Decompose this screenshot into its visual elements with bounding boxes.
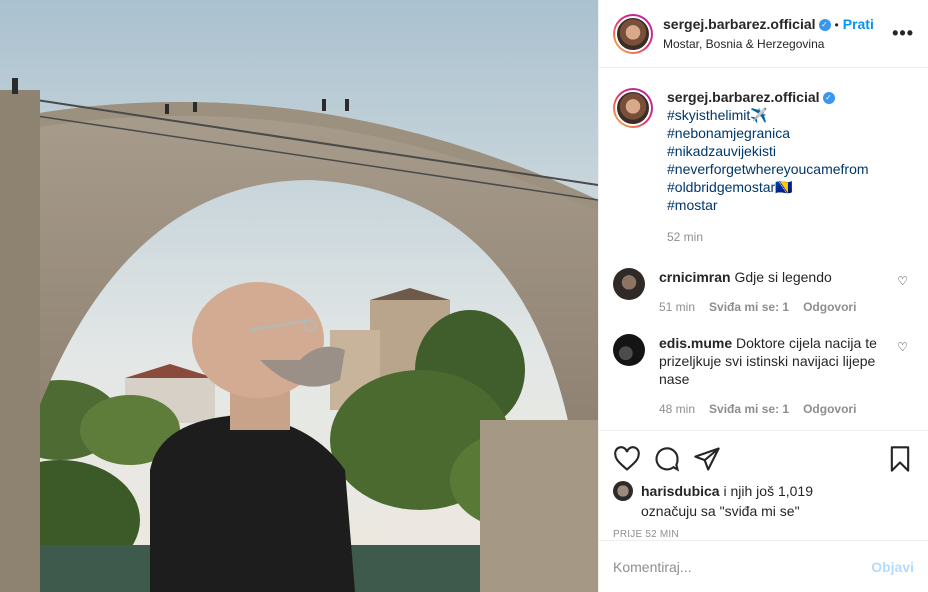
comment-meta: 48 min Sviđa mi se: 1 Odgovori xyxy=(659,400,879,418)
post-photo[interactable] xyxy=(0,0,598,592)
post-time-ago: PRIJE 52 MIN xyxy=(613,529,679,540)
caption-time: 52 min xyxy=(667,230,704,244)
more-options-icon[interactable]: ••• xyxy=(892,23,914,44)
comment-icon[interactable] xyxy=(653,445,681,473)
reply-button[interactable]: Odgovori xyxy=(803,298,856,316)
comment-username[interactable]: edis.mume xyxy=(659,335,732,351)
caption-avatar-image xyxy=(615,90,651,126)
caption-username[interactable]: sergej.barbarez.official xyxy=(667,89,820,105)
caption: sergej.barbarez.official ✓ #skyisthelimit… xyxy=(613,88,914,246)
post-comment-button[interactable]: Objavi xyxy=(871,559,914,575)
author-avatar-image xyxy=(615,15,651,52)
verified-badge-icon: ✓ xyxy=(818,18,831,31)
paper-plane-icon[interactable] xyxy=(693,445,721,473)
hashtag-link[interactable]: #mostar xyxy=(667,196,869,214)
add-comment-bar: Objavi xyxy=(599,540,928,592)
comment-time[interactable]: 51 min xyxy=(659,298,695,316)
commenter-avatar-image xyxy=(613,334,645,366)
follow-button[interactable]: Prati xyxy=(843,16,874,32)
hashtag-link[interactable]: #nebonamjegranica xyxy=(667,124,869,142)
comment-meta: 51 min Sviđa mi se: 1 Odgovori xyxy=(659,298,879,316)
comment-body: crnicimran Gdje si legendo 51 min Sviđa … xyxy=(659,268,879,316)
comment-heart-icon[interactable]: ♡ xyxy=(897,340,908,354)
action-icons xyxy=(613,439,914,479)
liker-username[interactable]: harisdubica xyxy=(641,483,720,499)
caption-text: sergej.barbarez.official ✓ #skyisthelimit… xyxy=(667,88,869,246)
bookmark-icon[interactable] xyxy=(886,445,914,473)
comment-item: crnicimran Gdje si legendo 51 min Sviđa … xyxy=(613,268,914,316)
comment-heart-icon[interactable]: ♡ xyxy=(897,274,908,288)
heart-icon[interactable] xyxy=(613,445,641,473)
author-avatar[interactable] xyxy=(613,13,653,54)
hashtag-link[interactable]: #skyisthelimit✈️ xyxy=(667,106,869,124)
comment-text: Gdje si legendo xyxy=(734,269,832,285)
comments-area: sergej.barbarez.official ✓ #skyisthelimit… xyxy=(599,68,928,430)
likes-rest[interactable]: i njih još 1,019 xyxy=(720,483,813,499)
reply-button[interactable]: Odgovori xyxy=(803,400,856,418)
old-bridge-mostar-photo xyxy=(0,0,598,592)
comment-like-count[interactable]: Sviđa mi se: 1 xyxy=(709,298,789,316)
hashtag-link[interactable]: #neverforgetwhereyoucamefrom xyxy=(667,160,869,178)
comment-item: edis.mume Doktore cijela nacija te prize… xyxy=(613,334,914,418)
verified-badge-icon: ✓ xyxy=(822,92,835,105)
likes-summary: harisdubica i njih još 1,019 xyxy=(613,481,914,501)
comment-time[interactable]: 48 min xyxy=(659,400,695,418)
comment-like-count[interactable]: Sviđa mi se: 1 xyxy=(709,400,789,418)
liker-avatar[interactable] xyxy=(613,481,633,501)
hashtag-link[interactable]: #nikadzauvijekisti xyxy=(667,142,869,160)
commenter-avatar-image xyxy=(613,268,645,300)
location-link[interactable]: Mostar, Bosnia & Herzegovina xyxy=(663,37,892,51)
post-side-panel: sergej.barbarez.official ✓ • Prati Mostar, … xyxy=(598,0,928,592)
header-info: sergej.barbarez.official ✓ • Prati Mostar, … xyxy=(663,16,892,51)
commenter-avatar[interactable] xyxy=(613,268,645,300)
commenter-avatar[interactable] xyxy=(613,334,645,366)
comment-input[interactable] xyxy=(613,558,872,575)
instagram-post: sergej.barbarez.official ✓ • Prati Mostar, … xyxy=(0,0,928,592)
caption-avatar[interactable] xyxy=(613,88,653,128)
post-header: sergej.barbarez.official ✓ • Prati Mostar, … xyxy=(599,0,928,68)
hashtag-link[interactable]: #oldbridgemostar🇧🇦 xyxy=(667,178,869,196)
comment-body: edis.mume Doktore cijela nacija te prize… xyxy=(659,334,879,418)
header-separator: • xyxy=(834,18,839,32)
header-username[interactable]: sergej.barbarez.official xyxy=(663,16,816,32)
post-actions: harisdubica i njih još 1,019 označuju sa… xyxy=(599,430,928,540)
likes-caption: označuju sa "sviđa mi se" xyxy=(641,503,800,519)
comment-username[interactable]: crnicimran xyxy=(659,269,731,285)
